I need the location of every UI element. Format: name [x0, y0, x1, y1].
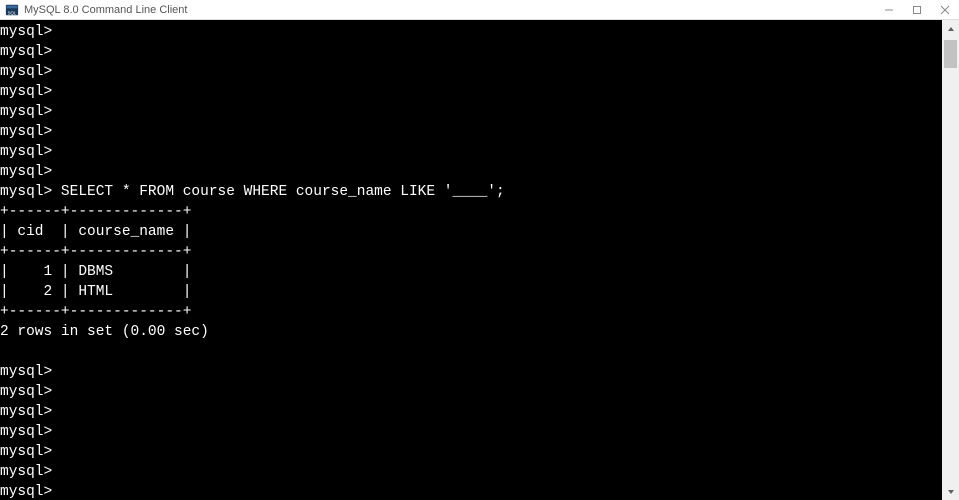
- scroll-up-arrow-icon[interactable]: [942, 20, 959, 37]
- window-controls: [875, 0, 959, 19]
- vertical-scrollbar[interactable]: [942, 20, 959, 500]
- scroll-down-arrow-icon[interactable]: [942, 483, 959, 500]
- window-titlebar: SQL MySQL 8.0 Command Line Client: [0, 0, 959, 20]
- window-title: MySQL 8.0 Command Line Client: [24, 4, 187, 16]
- minimize-button[interactable]: [875, 0, 903, 19]
- app-icon: SQL: [4, 2, 20, 18]
- terminal-container: mysql> mysql> mysql> mysql> mysql> mysql…: [0, 20, 959, 500]
- scroll-thumb[interactable]: [944, 40, 957, 68]
- close-button[interactable]: [931, 0, 959, 19]
- maximize-button[interactable]: [903, 0, 931, 19]
- terminal-output[interactable]: mysql> mysql> mysql> mysql> mysql> mysql…: [0, 20, 942, 500]
- svg-text:SQL: SQL: [8, 10, 17, 15]
